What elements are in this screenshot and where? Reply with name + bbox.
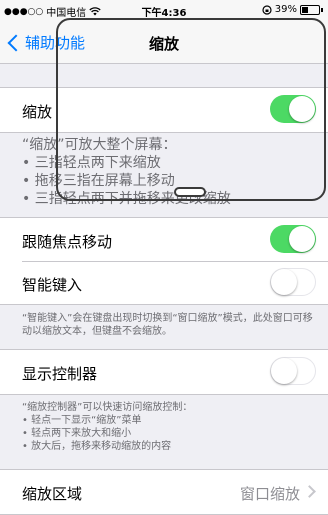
focus-typing-group: 跟随焦点移动 智能键入 bbox=[0, 217, 328, 305]
battery-percent: 39% bbox=[274, 4, 297, 15]
zoom-region-group: 缩放区域 窗口缩放 bbox=[0, 469, 328, 515]
toggle-knob bbox=[289, 226, 315, 252]
controller-footer-item: • 放大后，拖移来移动缩放的内容 bbox=[22, 441, 172, 452]
status-bar: ●●●○○ 中国电信 下午4:36 39% bbox=[0, 0, 328, 20]
controller-footer-item: • 轻点一下显示“缩放”菜单 bbox=[22, 415, 142, 426]
chevron-right-icon bbox=[303, 485, 316, 498]
follow-focus-label: 跟随焦点移动 bbox=[22, 233, 113, 251]
zoom-window-frame[interactable] bbox=[56, 18, 326, 201]
zoom-region-label: 缩放区域 bbox=[22, 485, 83, 503]
follow-focus-row: 跟随焦点移动 bbox=[0, 218, 328, 262]
controller-footer: “缩放控制器”可以快速访问缩放控制： • 轻点一下显示“缩放”菜单 • 轻点两下… bbox=[22, 401, 318, 453]
toggle-knob bbox=[271, 269, 297, 295]
controller-footer-item: • 轻点两下来放大和缩小 bbox=[22, 428, 132, 439]
orientation-lock-icon bbox=[262, 4, 272, 15]
smart-typing-footer: “智能键入”会在键盘出现时切换到“窗口缩放”模式，此处窗口可移动以缩放文本，但键… bbox=[22, 313, 313, 337]
battery-icon bbox=[300, 4, 320, 15]
zoom-region-row[interactable]: 缩放区域 窗口缩放 bbox=[0, 470, 328, 514]
controller-row: 显示控制器 bbox=[0, 350, 328, 394]
controller-footer-title: “缩放控制器”可以快速访问缩放控制： bbox=[22, 402, 193, 413]
controller-label: 显示控制器 bbox=[22, 365, 98, 383]
follow-focus-toggle[interactable] bbox=[270, 225, 316, 253]
smart-typing-row: 智能键入 bbox=[0, 261, 328, 305]
zoom-label: 缩放 bbox=[22, 103, 53, 121]
controller-group: 显示控制器 bbox=[0, 349, 328, 395]
smart-typing-label: 智能键入 bbox=[22, 276, 83, 294]
zoom-region-value: 窗口缩放 bbox=[239, 485, 300, 503]
toggle-knob bbox=[271, 358, 297, 384]
zoom-window-handle[interactable] bbox=[174, 187, 206, 197]
smart-typing-toggle[interactable] bbox=[270, 268, 316, 296]
controller-toggle[interactable] bbox=[270, 357, 316, 385]
